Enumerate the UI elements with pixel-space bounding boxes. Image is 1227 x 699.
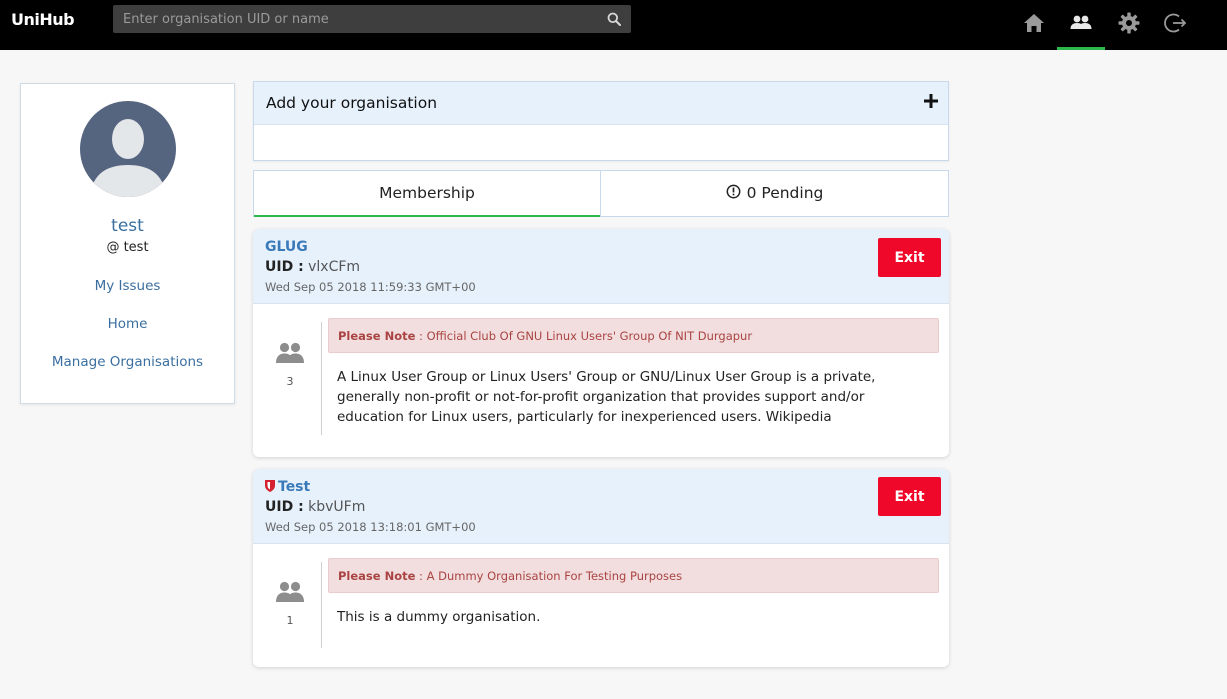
organisation-name-row[interactable]: Test	[265, 479, 310, 495]
organisation-description: A Linux User Group or Linux Users' Group…	[337, 369, 876, 425]
add-organisation-header[interactable]: Add your organisation	[254, 82, 948, 125]
divider	[321, 322, 322, 435]
organisations-icon[interactable]	[1069, 11, 1093, 35]
exit-button[interactable]: Exit	[878, 238, 941, 277]
shield-icon	[265, 480, 275, 492]
profile-name: test	[111, 216, 144, 236]
home-icon[interactable]	[1022, 11, 1046, 35]
note-text: : Official Club Of GNU Linux Users' Grou…	[415, 329, 753, 343]
profile-handle: @ test	[106, 240, 149, 255]
organisation-uid: UID : kbvUFm	[265, 499, 365, 515]
members-icon	[276, 581, 304, 602]
search-bar	[113, 5, 631, 33]
note-label: Please Note	[338, 569, 416, 583]
search-input[interactable]	[113, 5, 593, 33]
members-count: 3	[286, 375, 294, 388]
organisation-card: GLUG UID : vlxCFm Wed Sep 05 2018 11:59:…	[253, 229, 949, 457]
add-organisation-panel: Add your organisation	[253, 81, 949, 161]
organisation-name[interactable]: GLUG	[265, 239, 308, 255]
manage-organisations-link[interactable]: Manage Organisations	[21, 354, 234, 370]
my-issues-link[interactable]: My Issues	[21, 278, 234, 294]
tab-membership-label: Membership	[379, 184, 475, 202]
plus-icon[interactable]	[924, 94, 938, 108]
exclamation-circle-icon	[726, 184, 741, 199]
organisation-uid: UID : vlxCFm	[265, 259, 360, 275]
members-count: 1	[286, 614, 294, 627]
brand-logo[interactable]: UniHub	[11, 10, 75, 29]
search-icon[interactable]	[607, 12, 621, 26]
uid-value: kbvUFm	[308, 499, 366, 515]
organisation-description: This is a dummy organisation.	[337, 609, 541, 625]
exit-button[interactable]: Exit	[878, 477, 941, 516]
active-nav-indicator	[1057, 47, 1105, 50]
logout-icon[interactable]	[1164, 11, 1188, 35]
user-avatar-icon	[80, 101, 176, 197]
uid-value: vlxCFm	[308, 259, 361, 275]
note-label: Please Note	[338, 329, 416, 343]
add-organisation-title: Add your organisation	[266, 94, 438, 112]
note-banner: Please Note : Official Club Of GNU Linux…	[328, 318, 939, 353]
uid-label: UID :	[265, 499, 304, 515]
organisation-name: Test	[278, 479, 311, 495]
avatar	[80, 101, 176, 197]
membership-tabs: Membership 0 Pending	[253, 170, 949, 217]
note-banner: Please Note : A Dummy Organisation For T…	[328, 558, 939, 593]
members-icon	[276, 342, 304, 363]
profile-card: test @ test My Issues Home Manage Organi…	[20, 83, 235, 404]
tab-membership[interactable]: Membership	[254, 171, 601, 217]
home-link[interactable]: Home	[21, 316, 234, 332]
organisation-date: Wed Sep 05 2018 11:59:33 GMT+00	[265, 280, 476, 294]
active-tab-indicator	[254, 215, 600, 217]
tab-pending[interactable]: 0 Pending	[601, 171, 948, 216]
organisation-card-header: GLUG UID : vlxCFm Wed Sep 05 2018 11:59:…	[253, 229, 949, 304]
tab-pending-label: 0 Pending	[746, 184, 824, 202]
organisation-card: Test UID : kbvUFm Wed Sep 05 2018 13:18:…	[253, 469, 949, 667]
note-text: : A Dummy Organisation For Testing Purpo…	[415, 569, 683, 583]
top-navbar: UniHub	[0, 0, 1227, 50]
divider	[321, 562, 322, 648]
organisation-card-header: Test UID : kbvUFm Wed Sep 05 2018 13:18:…	[253, 469, 949, 544]
organisation-date: Wed Sep 05 2018 13:18:01 GMT+00	[265, 520, 476, 534]
uid-label: UID :	[265, 259, 304, 275]
gear-icon[interactable]	[1117, 11, 1141, 35]
